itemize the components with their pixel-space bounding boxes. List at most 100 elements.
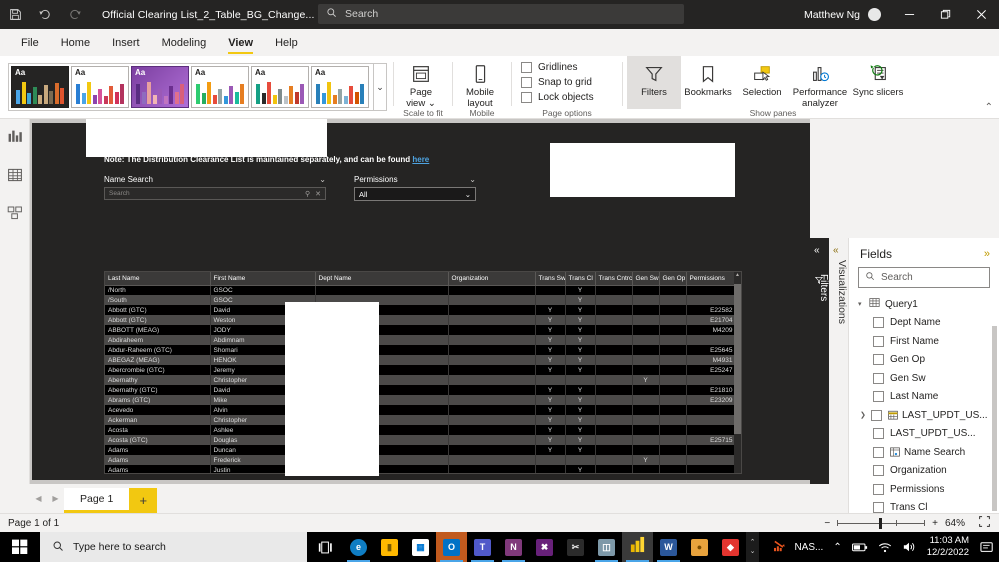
volume-icon[interactable]: [897, 541, 921, 553]
clear-search-icon[interactable]: ✕: [315, 190, 321, 198]
table-row[interactable]: Abrams (GTC) Mike Y Y E23209: [105, 395, 737, 405]
fields-table-query1[interactable]: ▾ Query1: [849, 295, 999, 314]
taskbar-app-store[interactable]: ▦: [405, 532, 436, 562]
themes-gallery-more-button[interactable]: ⌄: [374, 63, 387, 111]
tray-chevron-up-icon[interactable]: ⌃: [828, 542, 846, 553]
page-view-button[interactable]: Page view ⌄: [394, 56, 448, 109]
theme-card-default-dark[interactable]: Aa: [11, 66, 69, 108]
field-checkbox[interactable]: [873, 483, 884, 495]
fields-list-item[interactable]: Dept Name: [849, 314, 999, 333]
collapse-ribbon-button[interactable]: ⌃: [985, 102, 993, 113]
fields-list-item[interactable]: Organization: [849, 462, 999, 481]
field-checkbox[interactable]: [873, 428, 884, 440]
collapse-fields-icon[interactable]: »: [984, 248, 990, 260]
model-view-button[interactable]: [2, 203, 28, 227]
table-row[interactable]: ABEGAZ (MEAG) HENOK Y Y M4931: [105, 355, 737, 365]
col-organization[interactable]: Organization: [448, 272, 536, 286]
task-view-button[interactable]: [307, 532, 343, 562]
fields-list-item[interactable]: LAST_UPDT_US...: [849, 425, 999, 444]
page-next-button[interactable]: ▶: [47, 484, 64, 513]
note-link[interactable]: here: [412, 155, 429, 164]
report-page[interactable]: Note: The Distribution Clearance List is…: [32, 119, 810, 480]
ribbon-tab-help[interactable]: Help: [264, 29, 309, 56]
add-page-button[interactable]: +: [129, 488, 158, 513]
bookmarks-pane-button[interactable]: Bookmarks: [681, 56, 735, 109]
snap-to-grid-checkbox[interactable]: Snap to grid: [521, 77, 622, 88]
ribbon-tab-insert[interactable]: Insert: [101, 29, 151, 56]
ribbon-tab-modeling[interactable]: Modeling: [151, 29, 218, 56]
gridlines-checkbox[interactable]: Gridlines: [521, 62, 622, 73]
col-dept-name[interactable]: Dept Name: [315, 272, 449, 286]
field-checkbox[interactable]: [873, 465, 884, 477]
fields-list-item[interactable]: ❯ LAST_UPDT_US...: [849, 406, 999, 425]
theme-card-blue-yellow[interactable]: Aa: [311, 66, 369, 108]
taskbar-app-file-explorer[interactable]: ▮: [374, 532, 405, 562]
theme-card-purple[interactable]: Aa: [131, 66, 189, 108]
scroll-up-arrow[interactable]: ▲: [734, 272, 741, 278]
col-first-name[interactable]: First Name: [210, 272, 316, 286]
field-checkbox[interactable]: [873, 446, 884, 458]
undo-icon[interactable]: [30, 0, 60, 29]
name-search-input[interactable]: Search ⚲ ✕: [104, 187, 326, 200]
ribbon-tab-home[interactable]: Home: [50, 29, 101, 56]
field-checkbox[interactable]: [873, 335, 884, 347]
mobile-layout-button[interactable]: Mobile layout: [453, 56, 507, 109]
taskbar-app-onenote[interactable]: N: [498, 532, 529, 562]
notifications-icon[interactable]: [975, 541, 999, 554]
dropdown-arrow-icon[interactable]: ⌄: [465, 190, 471, 199]
col-trans-cntrc[interactable]: Trans Cntrc: [595, 272, 633, 286]
table-row[interactable]: Abbott (GTC) David Y Y E22582: [105, 305, 737, 315]
table-row[interactable]: Adams Justin Y: [105, 465, 737, 473]
fields-list-item[interactable]: Last Name: [849, 388, 999, 407]
taskbar-app-paint[interactable]: ●: [684, 532, 715, 562]
battery-icon[interactable]: [847, 542, 873, 553]
fields-pane-scrollbar[interactable]: [992, 326, 997, 511]
zoom-out-button[interactable]: −: [824, 518, 830, 529]
taskbar-app-outlook[interactable]: O: [436, 532, 467, 562]
performance-analyzer-button[interactable]: Performance analyzer: [789, 56, 851, 109]
taskbar-overflow-scroll[interactable]: ⌃ ⌄: [746, 532, 759, 562]
table-row[interactable]: Acosta Ashlee Y Y: [105, 425, 737, 435]
fields-search-input[interactable]: Search: [858, 267, 990, 288]
report-canvas-scroll[interactable]: Note: The Distribution Clearance List is…: [30, 119, 810, 484]
taskbar-app-visual-studio[interactable]: ✖: [529, 532, 560, 562]
col-gen-op[interactable]: Gen Op: [659, 272, 687, 286]
table-scroll-thumb[interactable]: [734, 284, 741, 434]
page-tab-page-1[interactable]: Page 1: [64, 488, 130, 513]
table-row[interactable]: /North GSOC Y: [105, 285, 737, 295]
chevron-down-icon[interactable]: ▾: [858, 300, 869, 308]
table-row[interactable]: ABBOTT (MEAG) JODY Y Y M4209: [105, 325, 737, 335]
taskbar-app-power-bi[interactable]: [622, 532, 653, 562]
col-permissions[interactable]: Permissions: [686, 272, 737, 286]
ribbon-tab-file[interactable]: File: [10, 29, 50, 56]
fields-list-item[interactable]: Permissions: [849, 480, 999, 499]
taskbar-app-adobe[interactable]: ◆: [715, 532, 746, 562]
sync-slicers-button[interactable]: Sync slicers: [851, 56, 905, 109]
taskbar-app-edge[interactable]: e: [343, 532, 374, 562]
fields-list-item[interactable]: Name Search: [849, 443, 999, 462]
table-row[interactable]: Abercrombie (GTC) Jeremy Y Y E25247: [105, 365, 737, 375]
zoom-slider-thumb[interactable]: [879, 518, 883, 529]
expand-filters-icon[interactable]: «: [814, 245, 820, 256]
zoom-in-button[interactable]: +: [932, 518, 938, 529]
col-trans-sw[interactable]: Trans Sw: [535, 272, 566, 286]
taskbar-search-box[interactable]: Type here to search: [40, 532, 307, 562]
minimize-button[interactable]: [891, 0, 927, 29]
zoom-slider[interactable]: [837, 517, 926, 529]
theme-card-teal[interactable]: Aa: [251, 66, 309, 108]
theme-card-green[interactable]: Aa: [191, 66, 249, 108]
fields-list-item[interactable]: Gen Sw: [849, 369, 999, 388]
overflow-up-icon[interactable]: ⌃: [750, 538, 756, 547]
clearance-list-table[interactable]: Last Name First Name Dept Name Organizat…: [104, 271, 742, 474]
lock-objects-checkbox[interactable]: Lock objects: [521, 92, 622, 103]
taskbar-app-word[interactable]: W: [653, 532, 684, 562]
table-scrollbar[interactable]: ▲: [734, 272, 741, 473]
chevron-down-icon[interactable]: ⌄: [469, 175, 476, 184]
theme-card-classic[interactable]: Aa: [71, 66, 129, 108]
page-prev-button[interactable]: ◀: [30, 484, 47, 513]
table-row[interactable]: Abdiraheem Abdimnam Y Y: [105, 335, 737, 345]
app-search-box[interactable]: Search: [318, 4, 684, 24]
name-search-slicer[interactable]: Name Search ⌄ Search ⚲ ✕: [104, 175, 326, 200]
save-icon[interactable]: [0, 0, 30, 29]
table-row[interactable]: Abdur-Raheem (GTC) Shomari Y Y E25645: [105, 345, 737, 355]
